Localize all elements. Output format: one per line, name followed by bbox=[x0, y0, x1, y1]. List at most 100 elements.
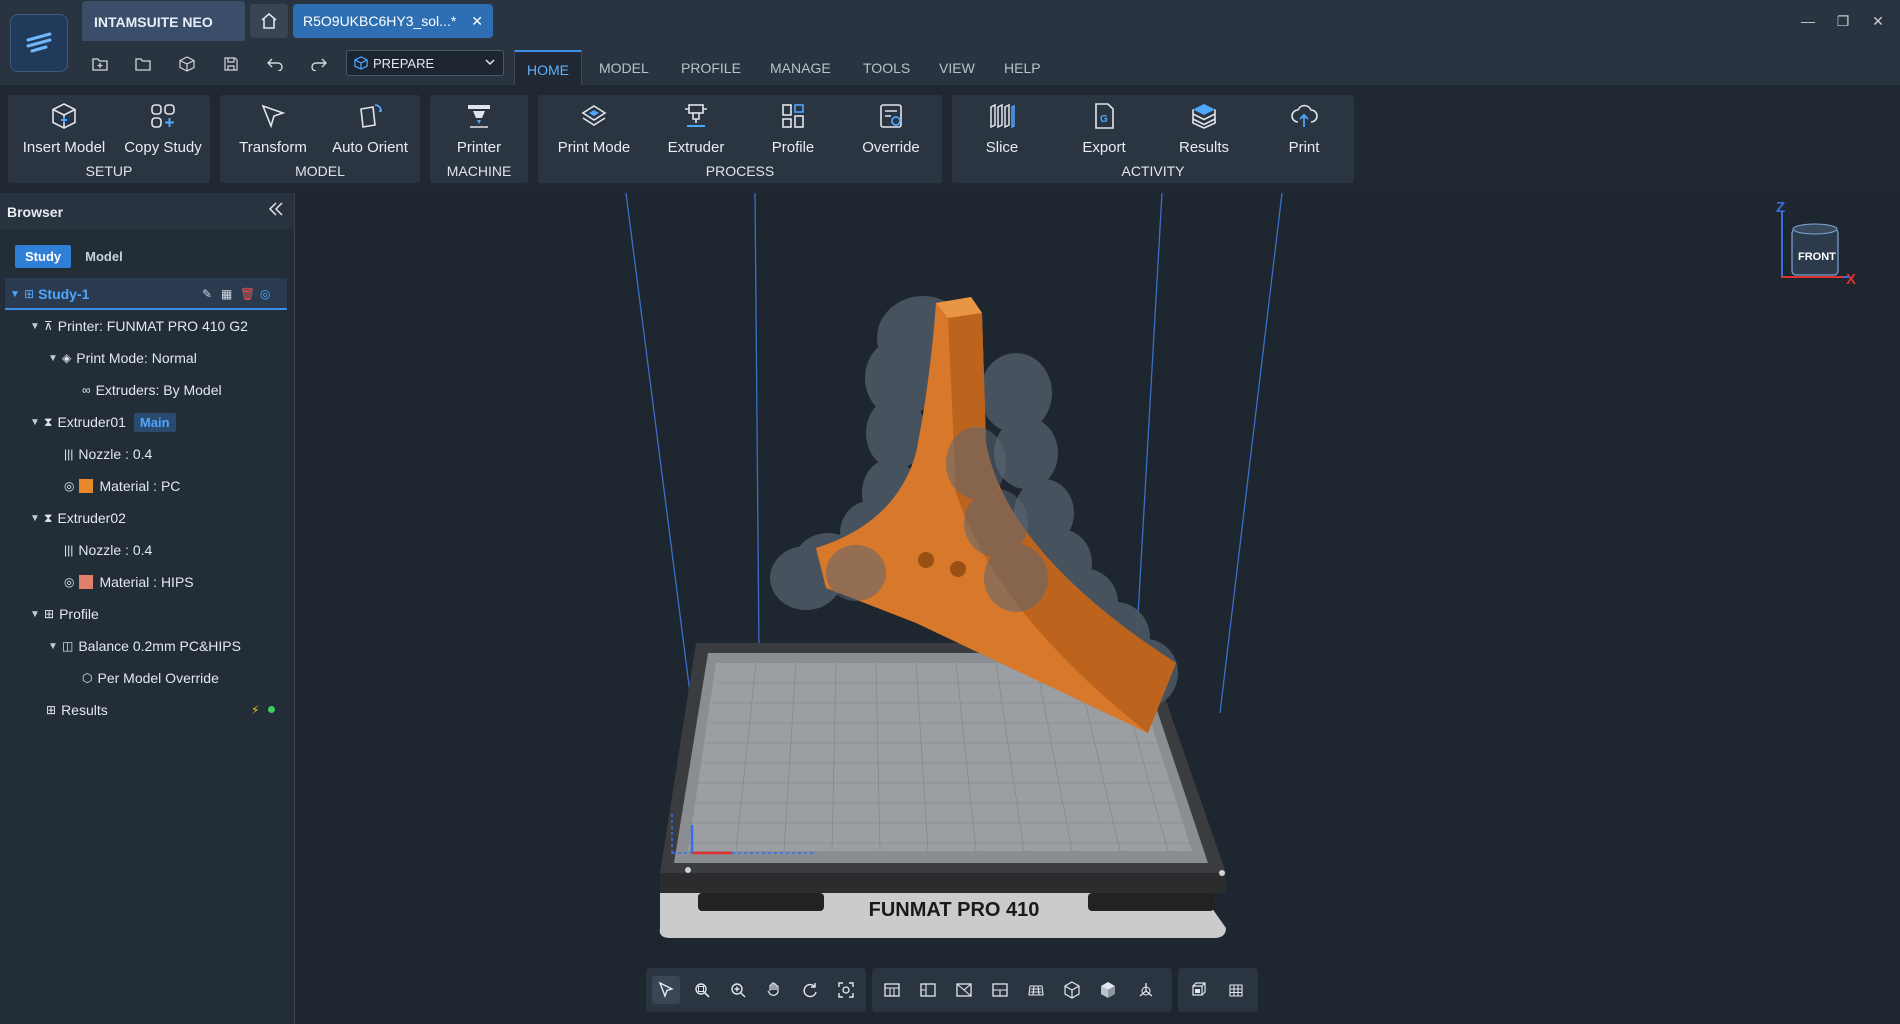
base-handle-right bbox=[1088, 893, 1214, 911]
home-icon bbox=[261, 12, 277, 29]
close-tab-icon[interactable]: ✕ bbox=[471, 13, 483, 29]
axis-x-label: X bbox=[1846, 271, 1857, 288]
chevron-down-icon[interactable]: ▼ bbox=[30, 321, 44, 332]
document-tab-title: R5O9UKBC6HY3_sol...* bbox=[303, 13, 457, 29]
insert-model-button[interactable]: Insert Model bbox=[14, 99, 114, 161]
tab-view[interactable]: VIEW bbox=[927, 50, 987, 85]
target-icon[interactable]: ◎ bbox=[260, 287, 270, 301]
restore-button[interactable]: ❐ bbox=[1825, 8, 1861, 34]
slice-button[interactable]: Slice bbox=[952, 99, 1052, 161]
chevron-down-icon[interactable]: ▼ bbox=[10, 289, 24, 300]
view-iso-button[interactable] bbox=[1058, 976, 1086, 1004]
select-tool-button[interactable] bbox=[652, 976, 680, 1004]
tree-item-results[interactable]: ⊞ Results ⚡ bbox=[46, 695, 286, 725]
chevron-down-icon[interactable]: ▼ bbox=[30, 609, 44, 620]
axis-display-button[interactable] bbox=[1132, 976, 1160, 1004]
tree-item-profile[interactable]: ▼ ⊞ Profile bbox=[30, 599, 99, 629]
tab-help[interactable]: HELP bbox=[992, 50, 1053, 85]
results-button[interactable]: Results bbox=[1154, 99, 1254, 161]
view-back-button[interactable] bbox=[950, 976, 978, 1004]
extruder-icon: ⧗ bbox=[44, 510, 53, 525]
tab-model[interactable]: MODEL bbox=[587, 50, 661, 85]
close-window-button[interactable]: ✕ bbox=[1860, 8, 1896, 34]
delete-icon[interactable]: 🗑 bbox=[240, 287, 255, 301]
open-folder-button[interactable] bbox=[128, 50, 158, 78]
section-view-button[interactable] bbox=[1184, 976, 1212, 1004]
tree-item-nozzle2[interactable]: ||| Nozzle : 0.4 bbox=[64, 535, 152, 565]
open-model-button[interactable] bbox=[172, 50, 202, 78]
redo-button[interactable] bbox=[304, 50, 334, 78]
new-folder-button[interactable] bbox=[85, 50, 115, 78]
tree-item-print-mode[interactable]: ▼ ◈ Print Mode: Normal bbox=[48, 343, 197, 373]
app-logo[interactable] bbox=[10, 14, 68, 72]
document-tab[interactable]: R5O9UKBC6HY3_sol...* ✕ bbox=[293, 4, 493, 38]
view-front-button[interactable] bbox=[878, 976, 906, 1004]
tab-tools[interactable]: TOOLS bbox=[851, 50, 922, 85]
tree-item-extruder02[interactable]: ▼ ⧗ Extruder02 bbox=[30, 503, 126, 533]
copy-study-button[interactable]: Copy Study bbox=[118, 99, 208, 161]
chevron-down-icon[interactable]: ▼ bbox=[30, 513, 44, 524]
view-shaded-button[interactable] bbox=[1094, 976, 1122, 1004]
ribbon-group-machine: Printer MACHINE bbox=[430, 95, 528, 183]
view-top-button[interactable] bbox=[1022, 976, 1050, 1004]
browser-tabs: Study Model bbox=[15, 245, 133, 268]
orbit-button[interactable] bbox=[796, 976, 824, 1004]
zoom-window-button[interactable] bbox=[688, 976, 716, 1004]
profile-button[interactable]: Profile bbox=[748, 99, 838, 161]
tab-view-label: VIEW bbox=[939, 60, 975, 76]
tree-item-material2[interactable]: ◎ Material : HIPS bbox=[64, 567, 194, 597]
mode-select[interactable]: PREPARE bbox=[346, 50, 504, 76]
view-right-button[interactable] bbox=[986, 976, 1014, 1004]
study-label: Study-1 bbox=[38, 286, 90, 302]
title-bar: INTAMSUITE NEO R5O9UKBC6HY3_sol...* ✕ — … bbox=[0, 0, 1900, 85]
auto-orient-button[interactable]: Auto Orient bbox=[324, 99, 416, 161]
export-button[interactable]: G Export bbox=[1054, 99, 1154, 161]
tree-item-override[interactable]: ⬡ Per Model Override bbox=[82, 663, 219, 693]
chevron-down-icon[interactable]: ▼ bbox=[48, 353, 62, 364]
cube-icon: ⬡ bbox=[82, 671, 93, 685]
printer-tree-label: Printer: FUNMAT PRO 410 G2 bbox=[57, 318, 248, 334]
link-icon: ∞ bbox=[82, 383, 91, 397]
view-cube[interactable]: FRONT Z X bbox=[1762, 199, 1862, 291]
printer-label: Printer bbox=[456, 139, 502, 156]
tree-item-material1[interactable]: ◎ Material : PC bbox=[64, 471, 180, 501]
zoom-button[interactable] bbox=[724, 976, 752, 1004]
tree-item-nozzle1[interactable]: ||| Nozzle : 0.4 bbox=[64, 439, 152, 469]
chevron-down-icon[interactable]: ▼ bbox=[48, 641, 62, 652]
tab-home[interactable]: HOME bbox=[514, 50, 582, 85]
print-mode-button[interactable]: Print Mode bbox=[544, 99, 644, 161]
tree-item-extruders[interactable]: ∞ Extruders: By Model bbox=[82, 375, 222, 405]
cube-icon bbox=[179, 56, 195, 72]
chevron-down-icon[interactable]: ▼ bbox=[30, 417, 44, 428]
tree-item-study[interactable]: ▼ ⊞ Study-1 ✎ ▦ 🗑 ◎ bbox=[10, 279, 285, 309]
undo-button[interactable] bbox=[260, 50, 290, 78]
tab-profile[interactable]: PROFILE bbox=[669, 50, 753, 85]
pan-button[interactable] bbox=[760, 976, 788, 1004]
scene: FUNMAT PRO 410 bbox=[625, 193, 1283, 938]
tree-item-extruder01[interactable]: ▼ ⧗ Extruder01 Main bbox=[30, 407, 176, 437]
print-button[interactable]: Print bbox=[1254, 99, 1354, 161]
save-button[interactable] bbox=[216, 50, 246, 78]
table-icon[interactable]: ▦ bbox=[221, 287, 232, 301]
3d-viewport[interactable]: FUNMAT PRO 410 FRONT Z X bbox=[296, 193, 1900, 1024]
zoom-icon bbox=[731, 983, 746, 998]
fit-view-button[interactable] bbox=[832, 976, 860, 1004]
printer-brand-label: FUNMAT PRO 410 bbox=[869, 899, 1040, 921]
tab-study[interactable]: Study bbox=[15, 245, 72, 268]
printer-button[interactable]: Printer bbox=[434, 99, 524, 161]
tree-item-balance[interactable]: ▼ ◫ Balance 0.2mm PC&HIPS bbox=[48, 631, 241, 661]
ribbon-group-setup-label: SETUP bbox=[85, 163, 133, 179]
tab-manage[interactable]: MANAGE bbox=[758, 50, 843, 85]
home-tab[interactable] bbox=[250, 4, 288, 38]
override-button[interactable]: Override bbox=[844, 99, 938, 161]
wireframe-button[interactable] bbox=[1222, 976, 1250, 1004]
copy-study-icon bbox=[151, 104, 175, 128]
collapse-panel-icon[interactable] bbox=[268, 201, 284, 220]
tree-item-printer[interactable]: ▼ ⊼ Printer: FUNMAT PRO 410 G2 bbox=[30, 311, 248, 341]
extruder-button[interactable]: Extruder bbox=[646, 99, 746, 161]
view-left-button[interactable] bbox=[914, 976, 942, 1004]
transform-button[interactable]: Transform bbox=[226, 99, 320, 161]
edit-icon[interactable]: ✎ bbox=[202, 287, 212, 301]
tab-model-browser[interactable]: Model bbox=[75, 245, 133, 268]
minimize-button[interactable]: — bbox=[1790, 8, 1826, 34]
